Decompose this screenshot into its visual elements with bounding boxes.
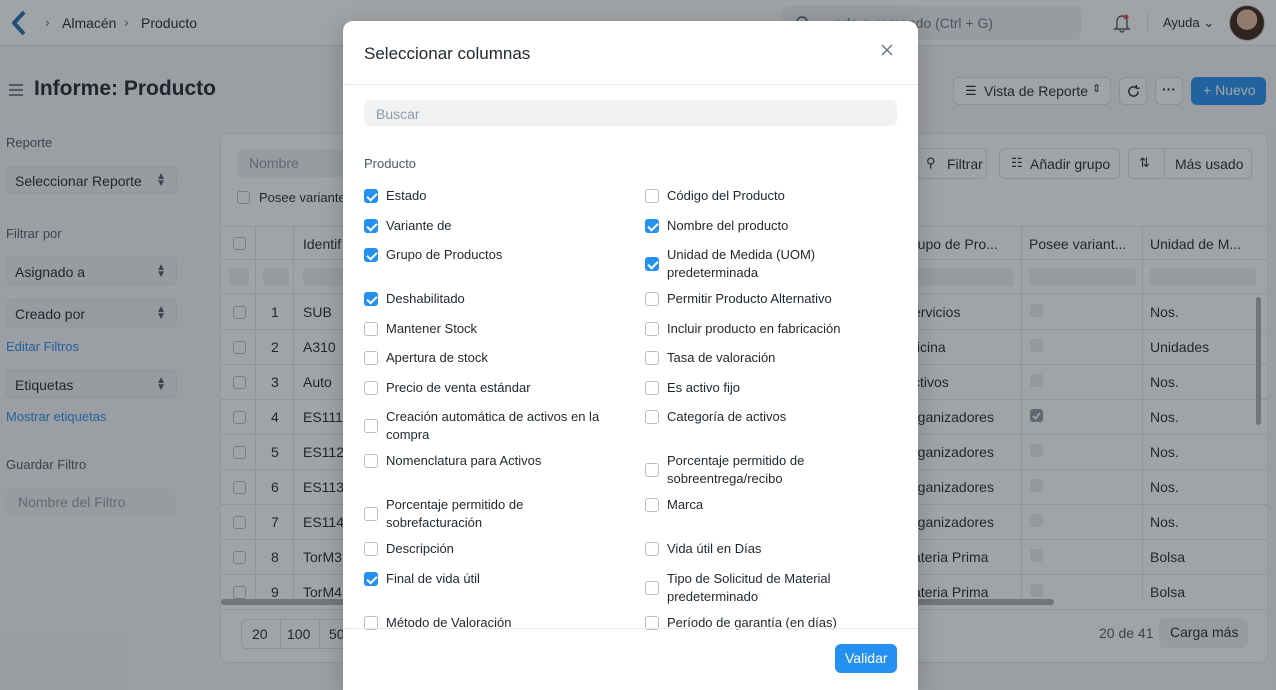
column-option-label: Vida útil en Días xyxy=(667,541,762,556)
column-option-label: Tasa de valoración xyxy=(667,350,776,365)
column-checkbox[interactable] xyxy=(364,248,378,262)
column-option-label: Mantener Stock xyxy=(386,321,478,336)
column-checkbox[interactable] xyxy=(364,419,378,433)
close-icon[interactable] xyxy=(879,42,895,58)
column-checkbox[interactable] xyxy=(645,322,659,336)
column-option-label: Período de garantía (en días) xyxy=(667,615,837,630)
validate-button[interactable]: Validar xyxy=(835,644,897,673)
column-checkbox[interactable] xyxy=(364,542,378,556)
column-option-label: Estado xyxy=(386,188,427,203)
column-checkbox[interactable] xyxy=(645,189,659,203)
column-checkbox[interactable] xyxy=(645,351,659,365)
column-checkbox[interactable] xyxy=(645,463,659,477)
column-option-label: Incluir producto en fabricación xyxy=(667,321,841,336)
column-checkbox[interactable] xyxy=(364,292,378,306)
column-checkbox[interactable] xyxy=(364,351,378,365)
column-option-label: Porcentaje permitido de sobreentrega/rec… xyxy=(667,453,805,486)
column-option-label: Precio de venta estándar xyxy=(386,380,531,395)
column-checkbox[interactable] xyxy=(364,572,378,586)
column-checkbox[interactable] xyxy=(645,410,659,424)
column-checkbox[interactable] xyxy=(364,454,378,468)
column-checkbox[interactable] xyxy=(645,542,659,556)
column-option-label: Creación automática de activos en la com… xyxy=(386,409,600,442)
column-option-label: Unidad de Medida (UOM) predeterminada xyxy=(667,247,816,280)
column-checkbox[interactable] xyxy=(645,219,659,233)
column-option-label: Categoría de activos xyxy=(667,409,787,424)
column-option-label: Variante de xyxy=(386,218,452,233)
column-option-label: Marca xyxy=(667,497,704,512)
divider xyxy=(343,628,918,629)
column-search-input[interactable]: Buscar xyxy=(364,100,897,126)
column-checkbox[interactable] xyxy=(364,189,378,203)
column-checkbox[interactable] xyxy=(645,581,659,595)
column-option-label: Final de vida útil xyxy=(386,571,480,586)
column-option-label: Método de Valoración xyxy=(386,615,512,630)
column-option-label: Descripción xyxy=(386,541,454,556)
column-option-label: Código del Producto xyxy=(667,188,785,203)
column-checkbox[interactable] xyxy=(645,381,659,395)
column-option-label: Apertura de stock xyxy=(386,350,488,365)
column-checkbox[interactable] xyxy=(645,498,659,512)
column-checkbox[interactable] xyxy=(364,507,378,521)
column-checkbox[interactable] xyxy=(645,292,659,306)
section-label-producto: Producto xyxy=(364,156,417,171)
column-option-label: Nombre del producto xyxy=(667,218,789,233)
select-columns-dialog: Seleccionar columnas Buscar Producto Est… xyxy=(343,21,918,690)
column-checkbox[interactable] xyxy=(364,322,378,336)
column-option-label: Grupo de Productos xyxy=(386,247,503,262)
column-option-label: Porcentaje permitido de sobrefacturación xyxy=(386,497,524,530)
column-checkbox[interactable] xyxy=(364,381,378,395)
column-option-label: Nomenclatura para Activos xyxy=(386,453,542,468)
column-option-label: Tipo de Solicitud de Material predetermi… xyxy=(667,571,831,604)
column-option-label: Es activo fijo xyxy=(667,380,740,395)
dialog-title: Seleccionar columnas xyxy=(364,44,531,63)
column-option-label: Permitir Producto Alternativo xyxy=(667,291,832,306)
divider xyxy=(343,84,918,85)
column-checkbox[interactable] xyxy=(364,219,378,233)
column-checkbox[interactable] xyxy=(645,257,659,271)
column-option-label: Deshabilitado xyxy=(386,291,465,306)
